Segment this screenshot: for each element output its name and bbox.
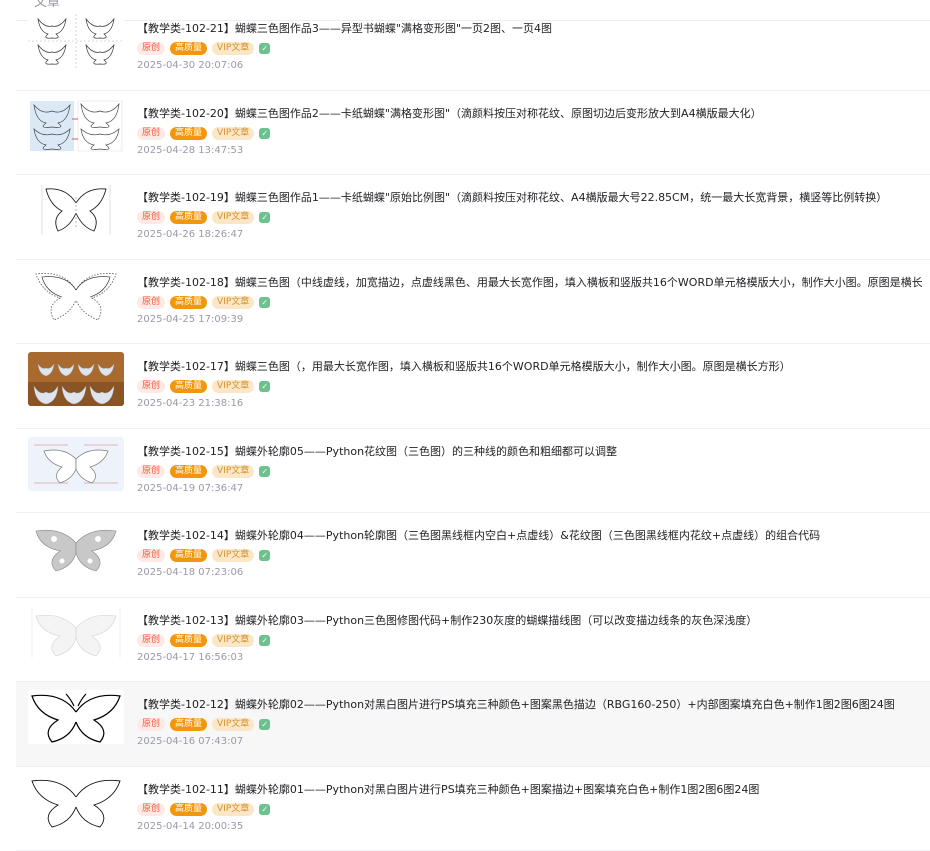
vip-badge: VIP文章: [212, 42, 254, 55]
quality-badge: 高质量: [170, 718, 207, 731]
article-title[interactable]: 【教学类-102-11】蝴蝶外轮廓01——Python对黑白图片进行PS填充三种…: [137, 783, 930, 797]
check-shield-icon: ✓: [259, 381, 270, 392]
article-date: 2025-04-28 13:47:53: [137, 145, 243, 156]
article-tags: 原创 高质量 VIP文章 ✓: [137, 210, 270, 225]
quality-badge: 高质量: [170, 634, 207, 647]
list-item[interactable]: 【教学类-102-15】蝴蝶外轮廓05——Python花纹图（三色图）的三种线的…: [16, 429, 930, 514]
butterfly-photo-icon[interactable]: [28, 352, 124, 406]
vip-badge: VIP文章: [212, 803, 254, 816]
article-tags: 原创 高质量 VIP文章 ✓: [137, 717, 270, 732]
original-badge: 原创: [137, 42, 165, 55]
article-list: 【教学类-102-21】蝴蝶三色图作品3——异型书蝴蝶"满格变形图"一页2图、一…: [16, 6, 930, 851]
list-item[interactable]: 【教学类-102-20】蝴蝶三色图作品2——卡纸蝴蝶"满格变形图"（滴颜料按压对…: [16, 91, 930, 176]
list-item[interactable]: 【教学类-102-18】蝴蝶三色图（中线虚线，加宽描边，点虚线黑色、用最大长宽作…: [16, 260, 930, 345]
article-title[interactable]: 【教学类-102-17】蝴蝶三色图（，用最大长宽作图，填入横板和竖版共16个WO…: [137, 360, 930, 374]
article-date: 2025-04-16 07:43:07: [137, 736, 243, 747]
article-title[interactable]: 【教学类-102-18】蝴蝶三色图（中线虚线，加宽描边，点虚线黑色、用最大长宽作…: [137, 276, 930, 290]
article-tags: 原创 高质量 VIP文章 ✓: [137, 464, 270, 479]
vip-badge: VIP文章: [212, 380, 254, 393]
check-shield-icon: ✓: [259, 635, 270, 646]
butterfly-gray-icon[interactable]: [28, 521, 124, 575]
original-badge: 原创: [137, 380, 165, 393]
vip-badge: VIP文章: [212, 634, 254, 647]
vip-badge: VIP文章: [212, 296, 254, 309]
vip-badge: VIP文章: [212, 127, 254, 140]
article-title[interactable]: 【教学类-102-20】蝴蝶三色图作品2——卡纸蝴蝶"满格变形图"（滴颜料按压对…: [137, 107, 930, 121]
check-shield-icon: ✓: [259, 804, 270, 815]
butterfly-pattern-icon[interactable]: [28, 437, 124, 491]
check-shield-icon: ✓: [259, 719, 270, 730]
butterfly-compare-icon[interactable]: [28, 99, 124, 153]
article-date: 2025-04-14 20:00:35: [137, 821, 243, 832]
check-shield-icon: ✓: [259, 128, 270, 139]
article-date: 2025-04-30 20:07:06: [137, 60, 243, 71]
original-badge: 原创: [137, 634, 165, 647]
article-date: 2025-04-26 18:26:47: [137, 229, 243, 240]
original-badge: 原创: [137, 211, 165, 224]
butterfly-light-icon[interactable]: [28, 606, 124, 660]
article-title[interactable]: 【教学类-102-13】蝴蝶外轮廓03——Python三色图修图代码+制作230…: [137, 614, 930, 628]
article-date: 2025-04-25 17:09:39: [137, 314, 243, 325]
butterfly-outline-icon[interactable]: [28, 183, 124, 237]
list-item[interactable]: 【教学类-102-21】蝴蝶三色图作品3——异型书蝴蝶"满格变形图"一页2图、一…: [16, 6, 930, 91]
original-badge: 原创: [137, 296, 165, 309]
quality-badge: 高质量: [170, 803, 207, 816]
list-item[interactable]: 【教学类-102-14】蝴蝶外轮廓04——Python轮廓图（三色图黑线框内空白…: [16, 513, 930, 598]
article-date: 2025-04-18 07:23:06: [137, 567, 243, 578]
article-tags: 原创 高质量 VIP文章 ✓: [137, 379, 270, 394]
list-item[interactable]: 【教学类-102-17】蝴蝶三色图（，用最大长宽作图，填入横板和竖版共16个WO…: [16, 344, 930, 429]
article-tags: 原创 高质量 VIP文章 ✓: [137, 295, 270, 310]
butterfly-black-icon[interactable]: [28, 775, 124, 829]
quality-badge: 高质量: [170, 465, 207, 478]
check-shield-icon: ✓: [259, 297, 270, 308]
check-shield-icon: ✓: [259, 550, 270, 561]
article-date: 2025-04-23 21:38:16: [137, 398, 243, 409]
article-tags: 原创 高质量 VIP文章 ✓: [137, 126, 270, 141]
quality-badge: 高质量: [170, 549, 207, 562]
article-date: 2025-04-17 16:56:03: [137, 652, 243, 663]
original-badge: 原创: [137, 549, 165, 562]
butterfly-dotted-icon[interactable]: [28, 268, 124, 322]
original-badge: 原创: [137, 465, 165, 478]
quality-badge: 高质量: [170, 296, 207, 309]
list-item[interactable]: 【教学类-102-19】蝴蝶三色图作品1——卡纸蝴蝶"原始比例图"（滴颜料按压对…: [16, 175, 930, 260]
check-shield-icon: ✓: [259, 212, 270, 223]
quality-badge: 高质量: [170, 42, 207, 55]
list-item[interactable]: 【教学类-102-13】蝴蝶外轮廓03——Python三色图修图代码+制作230…: [16, 598, 930, 683]
article-tags: 原创 高质量 VIP文章 ✓: [137, 41, 270, 56]
list-item[interactable]: 【教学类-102-11】蝴蝶外轮廓01——Python对黑白图片进行PS填充三种…: [16, 767, 930, 851]
article-title[interactable]: 【教学类-102-12】蝴蝶外轮廓02——Python对黑白图片进行PS填充三种…: [137, 698, 930, 712]
article-title[interactable]: 【教学类-102-14】蝴蝶外轮廓04——Python轮廓图（三色图黑线框内空白…: [137, 529, 930, 543]
original-badge: 原创: [137, 127, 165, 140]
article-title[interactable]: 【教学类-102-15】蝴蝶外轮廓05——Python花纹图（三色图）的三种线的…: [137, 445, 930, 459]
butterfly-black-icon[interactable]: [28, 690, 124, 744]
list-item[interactable]: 【教学类-102-12】蝴蝶外轮廓02——Python对黑白图片进行PS填充三种…: [16, 682, 930, 767]
original-badge: 原创: [137, 803, 165, 816]
quality-badge: 高质量: [170, 211, 207, 224]
quality-badge: 高质量: [170, 380, 207, 393]
butterfly-grid-icon[interactable]: [28, 14, 124, 68]
vip-badge: VIP文章: [212, 211, 254, 224]
check-shield-icon: ✓: [259, 466, 270, 477]
original-badge: 原创: [137, 718, 165, 731]
article-tags: 原创 高质量 VIP文章 ✓: [137, 548, 270, 563]
vip-badge: VIP文章: [212, 465, 254, 478]
quality-badge: 高质量: [170, 127, 207, 140]
article-title[interactable]: 【教学类-102-21】蝴蝶三色图作品3——异型书蝴蝶"满格变形图"一页2图、一…: [137, 22, 930, 36]
article-tags: 原创 高质量 VIP文章 ✓: [137, 802, 270, 817]
article-title[interactable]: 【教学类-102-19】蝴蝶三色图作品1——卡纸蝴蝶"原始比例图"（滴颜料按压对…: [137, 191, 930, 205]
vip-badge: VIP文章: [212, 718, 254, 731]
check-shield-icon: ✓: [259, 43, 270, 54]
vip-badge: VIP文章: [212, 549, 254, 562]
article-date: 2025-04-19 07:36:47: [137, 483, 243, 494]
article-tags: 原创 高质量 VIP文章 ✓: [137, 633, 270, 648]
